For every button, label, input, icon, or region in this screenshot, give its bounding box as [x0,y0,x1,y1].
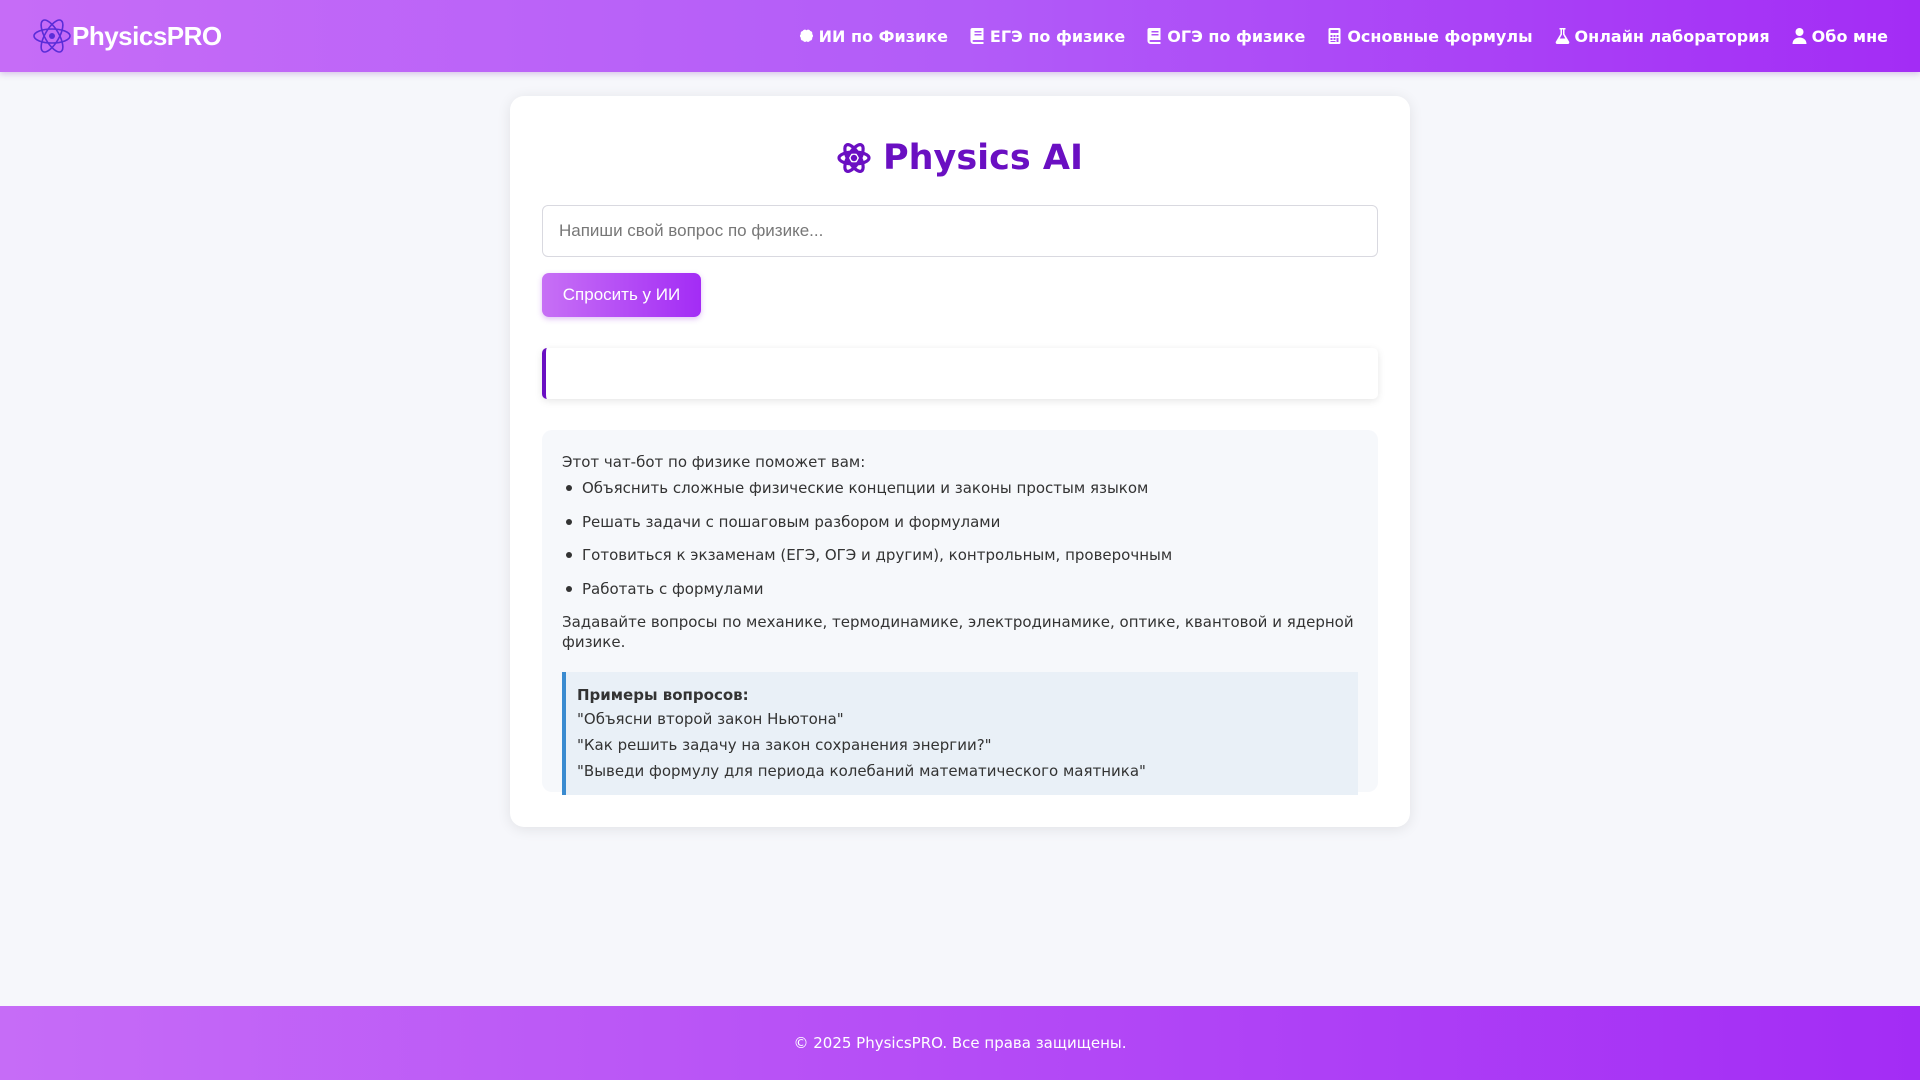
flask-icon [1555,28,1569,44]
atom-icon [837,143,871,173]
answer-box [542,348,1378,399]
site-logo[interactable]: PhysicsPRO [32,15,222,57]
user-icon [1792,28,1807,44]
nav-item-label: ИИ по Физике [818,26,948,46]
page-title: Physics AI [542,134,1378,182]
info-intro: Этот чат-бот по физике поможет вам: [562,453,866,471]
page-title-text: Physics AI [882,138,1084,178]
list-item: Работать с формулами [562,579,1358,613]
atom-logo-icon [33,19,71,53]
question-input[interactable] [542,205,1378,257]
nav-item-oge[interactable]: ОГЭ по физике [1147,27,1305,46]
site-logo-text: PhysicsPRO [72,20,222,51]
info-outro: Задавайте вопросы по механике, термодина… [562,613,1354,651]
nav-item-formulas[interactable]: Основные формулы [1327,26,1533,46]
chat-card: Physics AI Спросить у ИИ Этот чат-бот по… [510,96,1410,827]
nav-item-ege[interactable]: ЕГЭ по физике [970,27,1125,46]
top-navbar: PhysicsPRO ИИ по Физике ЕГЭ по физике ОГ… [0,0,1920,72]
feature-list: Объяснить сложные физические концепции и… [562,478,1358,612]
info-box: Этот чат-бот по физике поможет вам: Объя… [542,430,1378,795]
copyright-text: © 2025 PhysicsPRO. Все права защищены. [793,1034,1127,1052]
nav-item-about[interactable]: Обо мне [1792,27,1888,46]
nav-item-label: Основные формулы [1347,26,1533,46]
book-icon [1147,28,1161,44]
nav-item-ai-physics[interactable]: ИИ по Физике [799,27,948,46]
calculator-icon [1328,28,1341,44]
list-item: Решать задачи с пошаговым разбором и фор… [562,512,1358,546]
main-nav: ИИ по Физике ЕГЭ по физике ОГЭ по физике… [799,27,1888,46]
ask-ai-button[interactable]: Спросить у ИИ [542,273,701,317]
list-item: Готовиться к экзаменам (ЕГЭ, ОГЭ и други… [562,545,1358,579]
brain-icon [799,29,813,42]
book-icon [970,28,984,44]
list-item: Объяснить сложные физические концепции и… [562,478,1358,512]
nav-item-label: ОГЭ по физике [1167,26,1306,46]
nav-item-lab[interactable]: Онлайн лаборатория [1555,27,1770,46]
example-question: "Объясни второй закон Ньютона" [577,710,844,728]
examples-box: Примеры вопросов: "Объясни второй закон … [562,672,1358,795]
example-question: "Как решить задачу на закон сохранения э… [577,736,992,754]
nav-item-label: Обо мне [1811,26,1888,46]
nav-item-label: Онлайн лаборатория [1574,26,1770,46]
example-question: "Выведи формулу для периода колебаний ма… [577,762,1146,780]
footer: © 2025 PhysicsPRO. Все права защищены. [0,1006,1920,1080]
examples-title: Примеры вопросов: [577,686,749,704]
nav-item-label: ЕГЭ по физике [989,26,1126,46]
